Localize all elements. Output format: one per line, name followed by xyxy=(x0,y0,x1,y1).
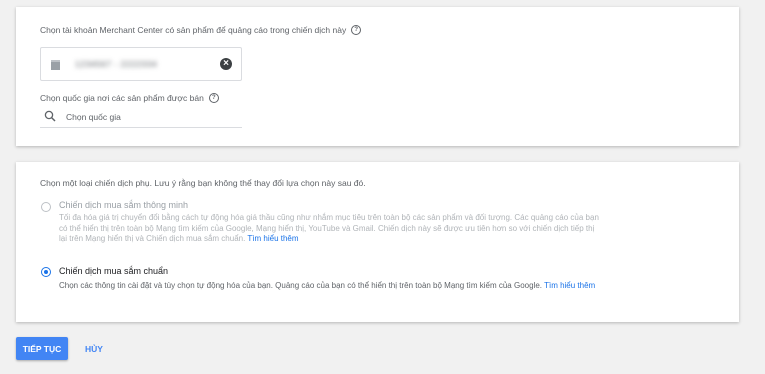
merchant-account-id: 1234567 - 2222334 xyxy=(75,59,158,69)
smart-shopping-description-text: Tối đa hóa giá trị chuyển đổi bằng cách … xyxy=(59,213,599,243)
standard-shopping-learn-more-link[interactable]: Tìm hiểu thêm xyxy=(544,281,595,290)
country-search-field[interactable] xyxy=(40,107,242,128)
merchant-account-chip[interactable]: 1234567 - 2222334 × xyxy=(40,47,242,81)
merchant-account-label-row: Chọn tài khoản Merchant Center có sản ph… xyxy=(40,25,362,35)
cancel-button[interactable]: HỦY xyxy=(80,337,108,360)
continue-button[interactable]: TIẾP TỤC xyxy=(16,337,68,360)
subtype-instruction: Chọn một loại chiến dịch phụ. Lưu ý rằng… xyxy=(40,178,366,188)
remove-account-icon[interactable]: × xyxy=(220,58,232,70)
smart-shopping-title[interactable]: Chiến dịch mua sắm thông minh xyxy=(59,200,188,210)
standard-shopping-description-text: Chọn các thông tin cài đặt và tùy chọn t… xyxy=(59,281,542,290)
store-icon xyxy=(51,60,60,70)
search-icon xyxy=(44,110,56,122)
country-search-input[interactable] xyxy=(66,109,236,124)
standard-shopping-title[interactable]: Chiến dịch mua sắm chuẩn xyxy=(59,266,168,276)
merchant-account-label: Chọn tài khoản Merchant Center có sản ph… xyxy=(40,25,347,35)
campaign-subtype-card: Chọn một loại chiến dịch phụ. Lưu ý rằng… xyxy=(16,162,739,322)
standard-shopping-description: Chọn các thông tin cài đặt và tùy chọn t… xyxy=(59,281,604,292)
country-label-row: Chọn quốc gia nơi các sản phẩm được bán … xyxy=(40,93,219,103)
help-icon[interactable]: ? xyxy=(208,93,219,103)
country-label: Chọn quốc gia nơi các sản phẩm được bán xyxy=(40,93,204,103)
smart-shopping-learn-more-link[interactable]: Tìm hiểu thêm xyxy=(247,234,298,243)
smart-shopping-description: Tối đa hóa giá trị chuyển đổi bằng cách … xyxy=(59,213,604,245)
smart-shopping-radio[interactable] xyxy=(41,202,51,212)
merchant-center-card: Chọn tài khoản Merchant Center có sản ph… xyxy=(16,7,739,146)
standard-shopping-radio[interactable] xyxy=(41,267,51,277)
help-icon[interactable]: ? xyxy=(351,25,362,35)
